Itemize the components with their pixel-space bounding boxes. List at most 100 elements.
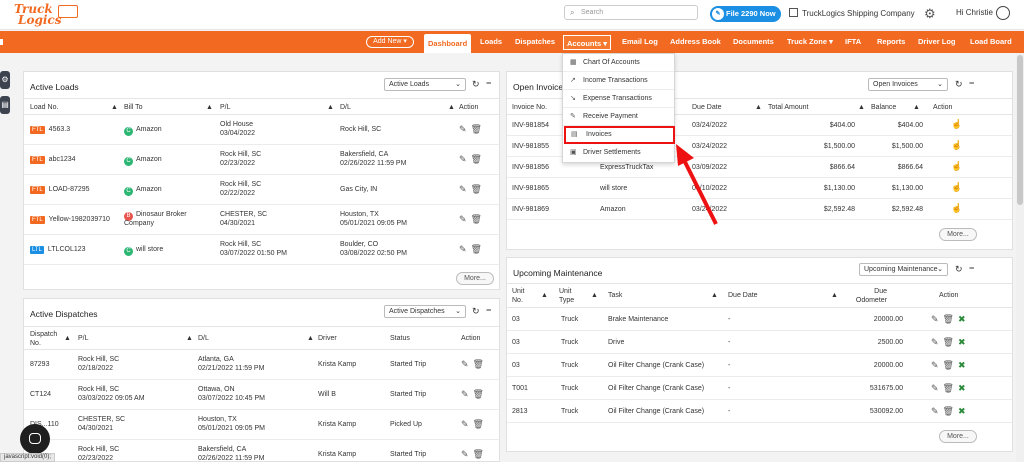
column-header[interactable]: P/L bbox=[78, 334, 89, 343]
column-header[interactable]: Driver bbox=[318, 334, 337, 343]
sort-icon[interactable]: ▲ bbox=[858, 103, 865, 112]
trash-icon[interactable]: 🗑 bbox=[943, 360, 958, 370]
sort-icon[interactable]: ▲ bbox=[307, 334, 314, 343]
table-row[interactable]: 87293 Rock Hill, SC 02/18/2022 Atlanta, … bbox=[24, 350, 499, 380]
sort-icon[interactable]: ▲ bbox=[541, 291, 548, 300]
edit-icon[interactable]: ✎ bbox=[931, 360, 943, 370]
unit-number[interactable]: 03 bbox=[512, 361, 520, 370]
tab-dashboard[interactable]: Dashboard bbox=[424, 34, 472, 53]
table-row[interactable]: 03 Truck Drive - 2500.00 ✎🗑✖ bbox=[507, 331, 1012, 354]
sort-icon[interactable]: ▲ bbox=[913, 103, 920, 112]
invoice-number[interactable]: INV-981854 bbox=[512, 121, 549, 130]
load-number[interactable]: LTLCOL123 bbox=[48, 246, 86, 253]
collapse-icon[interactable]: − bbox=[969, 263, 974, 273]
invoice-number[interactable]: INV-981869 bbox=[512, 205, 549, 214]
more-button[interactable]: More... bbox=[456, 272, 494, 285]
trash-icon[interactable]: 🗑 bbox=[943, 406, 958, 416]
sort-icon[interactable]: ▲ bbox=[206, 103, 213, 112]
dispatch-number[interactable]: CT124 bbox=[30, 390, 51, 399]
left-notes-tab[interactable]: ▤ bbox=[0, 96, 10, 114]
file-2290-button[interactable]: ✎ File 2290 Now bbox=[710, 6, 781, 22]
trash-icon[interactable]: 🗑 bbox=[473, 449, 488, 459]
trash-icon[interactable]: 🗑 bbox=[473, 419, 488, 429]
receive-payment-icon[interactable]: ☝ bbox=[951, 182, 966, 193]
nav-edge-tab[interactable] bbox=[0, 39, 3, 45]
page-scrollbar[interactable] bbox=[1016, 53, 1024, 462]
edit-icon[interactable]: ✎ bbox=[931, 314, 943, 324]
table-row[interactable]: 03 Truck Oil Filter Change (Crank Case) … bbox=[507, 354, 1012, 377]
collapse-icon[interactable]: − bbox=[486, 305, 491, 315]
trash-icon[interactable]: 🗑 bbox=[473, 389, 488, 399]
table-row[interactable]: CT124 Rock Hill, SC 03/03/2022 09:05 AM … bbox=[24, 380, 499, 410]
sort-icon[interactable]: ▲ bbox=[755, 103, 762, 112]
menu-item-income-transactions[interactable]: ↗ Income Transactions bbox=[563, 72, 674, 90]
refresh-icon[interactable]: ↻ bbox=[955, 79, 963, 90]
table-row[interactable]: LTL LTLCOL123 Cwill store Rock Hill, SC 0… bbox=[24, 235, 499, 265]
trash-icon[interactable]: 🗑 bbox=[943, 314, 958, 324]
edit-icon[interactable]: ✎ bbox=[459, 214, 471, 224]
refresh-icon[interactable]: ↻ bbox=[955, 264, 963, 275]
sort-icon[interactable]: ▲ bbox=[186, 334, 193, 343]
refresh-icon[interactable]: ↻ bbox=[472, 306, 480, 317]
company-selector[interactable]: TruckLogics Shipping Company bbox=[789, 8, 915, 18]
column-header[interactable]: Status bbox=[390, 334, 410, 343]
trash-icon[interactable]: 🗑 bbox=[471, 214, 486, 224]
load-number[interactable]: LOAD-87295 bbox=[49, 186, 90, 193]
table-row[interactable]: FTL LOAD-87295 C Amazon Rock Hill, SC 02/2… bbox=[24, 175, 499, 205]
table-row[interactable]: 2813 Truck Oil Filter Change (Crank Case… bbox=[507, 400, 1012, 423]
collapse-icon[interactable]: − bbox=[486, 78, 491, 88]
invoice-number[interactable]: INV-981865 bbox=[512, 184, 549, 193]
load-number[interactable]: abc1234 bbox=[49, 156, 76, 163]
sort-icon[interactable]: ▲ bbox=[448, 103, 455, 112]
tab-driver-log[interactable]: Driver Log bbox=[918, 31, 956, 53]
receive-payment-icon[interactable]: ☝ bbox=[951, 140, 966, 151]
menu-item-expense-transactions[interactable]: ↘ Expense Transactions bbox=[563, 90, 674, 108]
column-header[interactable]: Due Date bbox=[692, 103, 722, 112]
chat-widget-button[interactable] bbox=[20, 424, 50, 454]
more-button[interactable]: More... bbox=[939, 430, 977, 443]
sort-icon[interactable]: ▲ bbox=[111, 103, 118, 112]
trash-icon[interactable]: 🗑 bbox=[473, 359, 488, 369]
sort-icon[interactable]: ▲ bbox=[591, 291, 598, 300]
edit-icon[interactable]: ✎ bbox=[461, 449, 473, 459]
menu-item-chart-of-accounts[interactable]: ▦ Chart Of Accounts bbox=[563, 54, 674, 72]
tab-ifta[interactable]: IFTA bbox=[845, 31, 861, 53]
tab-truck-zone[interactable]: Truck Zone ▾ bbox=[787, 31, 833, 53]
menu-item-receive-payment[interactable]: ✎ Receive Payment bbox=[563, 108, 674, 126]
active-dispatches-select[interactable]: Active Dispatches ⌄ bbox=[384, 305, 466, 318]
invoice-number[interactable]: INV-981855 bbox=[512, 142, 549, 151]
gear-icon[interactable]: ⚙ bbox=[924, 6, 936, 22]
tab-load-board[interactable]: Load Board bbox=[970, 31, 1012, 53]
trash-icon[interactable]: 🗑 bbox=[471, 124, 486, 134]
trash-icon[interactable]: 🗑 bbox=[471, 154, 486, 164]
tab-dispatches[interactable]: Dispatches bbox=[515, 31, 555, 53]
edit-icon[interactable]: ✎ bbox=[931, 406, 943, 416]
invoice-number[interactable]: INV-981856 bbox=[512, 163, 549, 172]
receive-payment-icon[interactable]: ☝ bbox=[951, 161, 966, 172]
unit-number[interactable]: T001 bbox=[512, 384, 528, 393]
tab-loads[interactable]: Loads bbox=[480, 31, 502, 53]
wrench-complete-icon[interactable]: ✖ bbox=[958, 314, 970, 324]
tab-documents[interactable]: Documents bbox=[733, 31, 774, 53]
table-row[interactable]: INV-981869 Amazon 03/24/2022 $2,592.48 $… bbox=[507, 199, 1012, 220]
wrench-complete-icon[interactable]: ✖ bbox=[958, 383, 970, 393]
scrollbar-thumb[interactable] bbox=[1017, 55, 1023, 205]
left-settings-tab[interactable]: ⚙ bbox=[0, 71, 10, 89]
column-header[interactable]: Dispatch No. bbox=[30, 330, 62, 348]
sort-icon[interactable]: ▲ bbox=[327, 103, 334, 112]
edit-icon[interactable]: ✎ bbox=[461, 389, 473, 399]
wrench-complete-icon[interactable]: ✖ bbox=[958, 360, 970, 370]
table-row[interactable]: FTL 4563.3 C Amazon Old House 03/04/2022 R… bbox=[24, 115, 499, 145]
column-header[interactable]: Bill To bbox=[124, 103, 143, 112]
tab-reports[interactable]: Reports bbox=[877, 31, 905, 53]
column-header[interactable]: Invoice No. bbox=[512, 103, 547, 112]
column-header[interactable]: D/L bbox=[340, 103, 351, 112]
table-row[interactable]: FTL abc1234 C Amazon Rock Hill, SC 02/23/2… bbox=[24, 145, 499, 175]
receive-payment-icon[interactable]: ☝ bbox=[951, 203, 966, 214]
column-header[interactable]: Balance bbox=[871, 103, 896, 112]
column-header[interactable]: Unit No. bbox=[512, 287, 532, 305]
menu-item-driver-settlements[interactable]: ▣ Driver Settlements bbox=[563, 144, 674, 162]
table-row[interactable]: DIS...110 CHESTER, SC 04/30/2021 Houston… bbox=[24, 410, 499, 440]
edit-icon[interactable]: ✎ bbox=[931, 383, 943, 393]
sort-icon[interactable]: ▲ bbox=[711, 291, 718, 300]
